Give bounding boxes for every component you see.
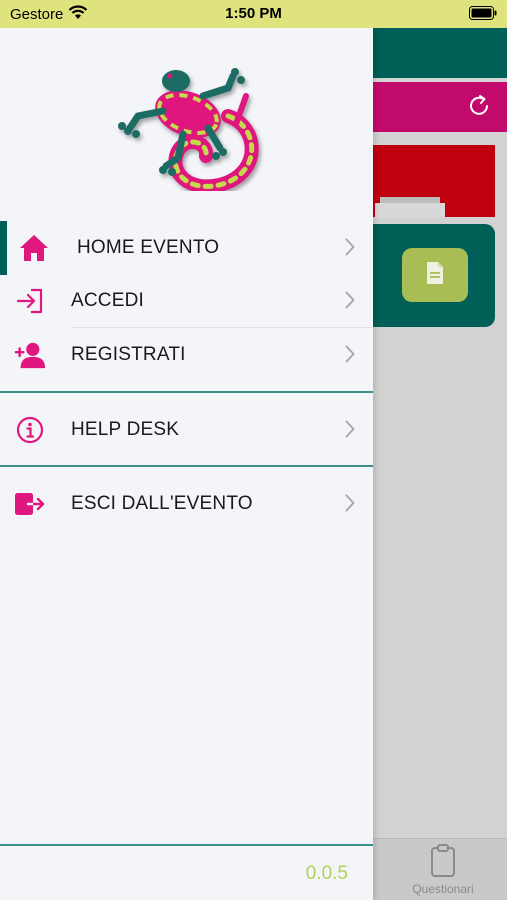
menu-item-label: REGISTRATI	[71, 344, 186, 365]
status-bar: Gestore 1:50 PM	[0, 0, 507, 28]
tab-questionari-label: Questionari	[412, 882, 474, 896]
add-user-icon	[14, 339, 46, 371]
menu-item-label: ESCI DALL'EVENTO	[71, 493, 253, 514]
menu-item-label: ACCEDI	[71, 290, 144, 311]
tab-questionari[interactable]: Questionari	[398, 842, 488, 898]
exit-icon	[14, 488, 46, 520]
menu-item-esci-evento[interactable]: ESCI DALL'EVENTO	[0, 477, 373, 531]
side-drawer: HOME EVENTO ACCEDI REGISTRATI HELP DESK …	[0, 28, 373, 900]
chevron-right-icon	[345, 238, 355, 261]
footer-divider	[0, 844, 373, 846]
clipboard-icon	[430, 844, 456, 883]
menu-item-label: HOME EVENTO	[77, 237, 220, 258]
menu-item-help-desk[interactable]: HELP DESK	[0, 403, 373, 457]
battery-icon	[469, 6, 497, 25]
menu-item-label: HELP DESK	[71, 419, 180, 440]
menu-item-accedi[interactable]: ACCEDI	[0, 274, 373, 328]
app-version: 0.0.5	[305, 863, 348, 884]
home-icon	[18, 232, 50, 264]
chevron-right-icon	[345, 420, 355, 443]
chevron-right-icon	[345, 494, 355, 517]
menu-item-registrati[interactable]: REGISTRATI	[0, 328, 373, 382]
refresh-icon[interactable]	[466, 93, 492, 124]
active-indicator	[0, 221, 7, 275]
chevron-right-icon	[345, 345, 355, 368]
chevron-right-icon	[345, 291, 355, 314]
section-divider	[0, 465, 373, 467]
login-icon	[14, 285, 46, 317]
menu-item-home-evento[interactable]: HOME EVENTO	[0, 221, 373, 275]
clock: 1:50 PM	[225, 5, 282, 22]
document-button[interactable]	[402, 248, 468, 302]
section-divider	[0, 391, 373, 393]
gecko-logo	[108, 56, 268, 194]
document-icon	[425, 261, 445, 290]
info-icon	[14, 414, 46, 446]
